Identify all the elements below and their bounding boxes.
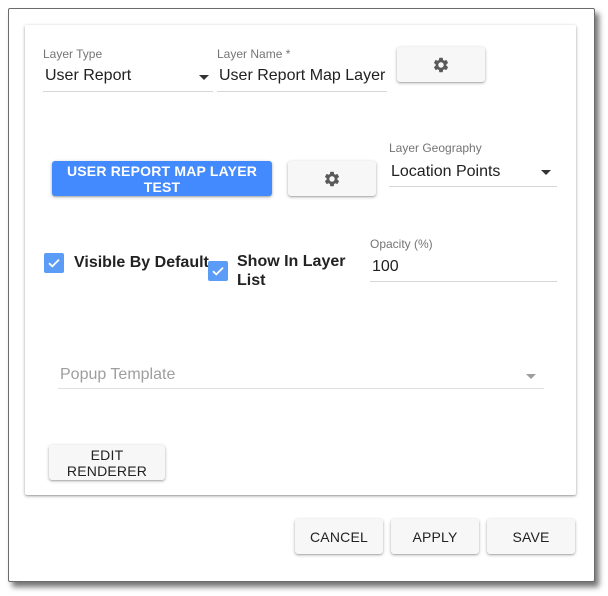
- layer-type-value: User Report: [45, 67, 132, 84]
- opacity-value: 100: [372, 258, 399, 275]
- layer-geography-label: Layer Geography: [389, 141, 482, 155]
- layer-geography-select[interactable]: Layer Geography Location Points: [389, 141, 557, 187]
- show-in-layer-list-label: Show In Layer List: [237, 253, 346, 289]
- layer-name-settings-button[interactable]: [397, 47, 485, 82]
- popup-template-placeholder: Popup Template: [60, 366, 176, 383]
- gear-icon: [433, 57, 449, 72]
- gear-icon: [324, 171, 340, 186]
- visible-by-default-label: Visible By Default: [74, 254, 209, 271]
- cancel-button[interactable]: CANCEL: [295, 519, 383, 554]
- user-report-map-layer-test-button[interactable]: USER REPORT MAP LAYER TEST: [52, 161, 272, 196]
- save-button[interactable]: SAVE: [487, 519, 575, 554]
- edit-renderer-button[interactable]: EDIT RENDERER: [49, 445, 165, 480]
- layer-settings-panel: Layer Type User Report Layer Name * User…: [25, 25, 576, 495]
- check-icon: [212, 266, 224, 276]
- opacity-label: Opacity (%): [370, 237, 433, 251]
- chevron-down-icon: [526, 374, 536, 379]
- visible-by-default-checkbox[interactable]: [44, 253, 64, 273]
- popup-template-underline: [58, 388, 544, 389]
- layer-geography-value: Location Points: [391, 163, 501, 180]
- layer-name-input[interactable]: Layer Name * User Report Map Layer: [217, 47, 387, 93]
- opacity-underline: [370, 281, 557, 282]
- popup-template-select[interactable]: Popup Template: [58, 357, 544, 391]
- layer-name-underline: [217, 91, 387, 92]
- layer-geography-underline: [389, 186, 557, 187]
- layer-type-label: Layer Type: [43, 47, 103, 61]
- layer-type-underline: [43, 91, 213, 92]
- check-icon: [48, 258, 60, 268]
- layer-settings-dialog: Layer Type User Report Layer Name * User…: [8, 8, 595, 582]
- test-settings-button[interactable]: [288, 161, 376, 196]
- opacity-input[interactable]: Opacity (%) 100: [370, 237, 557, 283]
- layer-name-value: User Report Map Layer: [219, 67, 386, 84]
- chevron-down-icon: [199, 75, 209, 80]
- chevron-down-icon: [541, 170, 551, 175]
- layer-name-label: Layer Name *: [217, 47, 291, 61]
- layer-type-select[interactable]: Layer Type User Report: [43, 47, 213, 93]
- show-in-layer-list-checkbox[interactable]: [208, 261, 228, 281]
- apply-button[interactable]: APPLY: [391, 519, 479, 554]
